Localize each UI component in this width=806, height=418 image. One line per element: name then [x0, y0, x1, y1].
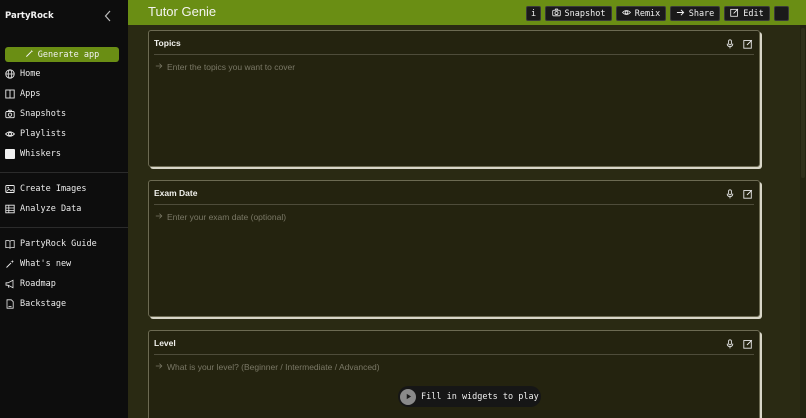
eye-icon [621, 8, 631, 20]
sidebar-item-analyze-data[interactable]: Analyze Data [5, 202, 81, 216]
arrow-right-icon [155, 62, 163, 72]
page-title: Tutor Genie [148, 4, 217, 19]
sidebar-item-partyrock-guide[interactable]: PartyRock Guide [5, 237, 97, 251]
input-placeholder: Enter the topics you want to cover [167, 62, 296, 72]
widget-actions [725, 186, 753, 204]
sidebar: PartyRock Generate app Home Apps Snapsho… [0, 0, 128, 418]
edit-icon[interactable] [743, 186, 753, 204]
widget-title: Level [154, 338, 176, 348]
sidebar-item-label: Apps [20, 89, 41, 99]
edit-label: Edit [743, 8, 764, 19]
sidebar-item-label: What's new [20, 259, 72, 269]
sidebar-item-label: Roadmap [20, 279, 56, 289]
eye-icon [5, 129, 15, 139]
app-header: Tutor Genie i Snapshot Remix Share Edit [128, 0, 806, 25]
sidebar-divider [0, 227, 128, 228]
scrollbar-thumb[interactable] [801, 28, 805, 178]
edit-icon [730, 8, 739, 20]
chevron-left-icon [104, 10, 112, 25]
generate-app-button[interactable]: Generate app [5, 47, 119, 62]
camera-icon [551, 8, 561, 20]
arrow-right-icon [155, 362, 163, 372]
globe-icon [5, 69, 15, 79]
megaphone-icon [5, 279, 15, 289]
sidebar-item-whiskers[interactable]: Whiskers [5, 147, 61, 161]
level-input[interactable]: What is your level? (Beginner / Intermed… [155, 362, 380, 372]
widget-divider [154, 204, 754, 205]
open-book-icon [5, 239, 15, 249]
microphone-icon[interactable] [725, 36, 735, 54]
widget-exam-date: Exam Date Enter your exam date (optional… [148, 180, 760, 317]
sidebar-item-home[interactable]: Home [5, 67, 40, 81]
play-icon [400, 388, 416, 405]
generate-app-label: Generate app [37, 49, 100, 60]
sidebar-item-label: Home [20, 69, 41, 79]
widget-divider [154, 354, 754, 355]
widget-actions [725, 336, 753, 354]
file-icon [5, 299, 15, 309]
sidebar-item-whats-new[interactable]: What's new [5, 257, 71, 271]
sidebar-item-label: Analyze Data [20, 204, 82, 214]
sidebar-item-roadmap[interactable]: Roadmap [5, 277, 56, 291]
arrow-right-icon [155, 212, 163, 222]
widget-title: Exam Date [154, 188, 198, 198]
microphone-icon[interactable] [725, 336, 735, 354]
book-icon [5, 89, 15, 99]
input-placeholder: What is your level? (Beginner / Intermed… [167, 362, 380, 372]
sidebar-item-label: Whiskers [20, 149, 61, 159]
snapshot-label: Snapshot [564, 8, 606, 19]
more-button[interactable] [774, 6, 789, 21]
sparkle-icon [5, 259, 15, 269]
sidebar-item-label: Backstage [20, 299, 67, 309]
sidebar-divider [0, 172, 128, 173]
brand-logo[interactable]: PartyRock [5, 11, 54, 21]
play-button[interactable]: Fill in widgets to play [398, 386, 541, 407]
input-placeholder: Enter your exam date (optional) [167, 212, 287, 222]
collapse-sidebar-button[interactable] [102, 10, 114, 24]
magic-wand-icon [25, 49, 34, 61]
info-label: i [530, 8, 537, 19]
remix-button[interactable]: Remix [616, 6, 666, 21]
sidebar-item-label: Snapshots [20, 109, 67, 119]
sidebar-item-apps[interactable]: Apps [5, 87, 40, 101]
microphone-icon[interactable] [725, 186, 735, 204]
share-label: Share [688, 8, 715, 19]
share-button[interactable]: Share [670, 6, 720, 21]
info-button[interactable]: i [526, 6, 541, 21]
edit-icon[interactable] [743, 36, 753, 54]
sidebar-item-label: Create Images [20, 184, 87, 194]
topics-input[interactable]: Enter the topics you want to cover [155, 62, 295, 72]
sidebar-item-backstage[interactable]: Backstage [5, 297, 66, 311]
widget-divider [154, 54, 754, 55]
app-canvas: Tutor Genie i Snapshot Remix Share Edit … [128, 0, 806, 418]
widget-actions [725, 36, 753, 54]
square-icon [5, 149, 15, 159]
sidebar-item-label: Playlists [20, 129, 67, 139]
widget-title: Topics [154, 38, 181, 48]
exam-date-input[interactable]: Enter your exam date (optional) [155, 212, 286, 222]
snapshot-button[interactable]: Snapshot [545, 6, 612, 21]
sidebar-item-playlists[interactable]: Playlists [5, 127, 66, 141]
images-icon [5, 184, 15, 194]
sidebar-item-create-images[interactable]: Create Images [5, 182, 87, 196]
play-label: Fill in widgets to play [421, 391, 539, 402]
edit-button[interactable]: Edit [724, 6, 770, 21]
remix-label: Remix [634, 8, 661, 19]
sidebar-item-snapshots[interactable]: Snapshots [5, 107, 66, 121]
sidebar-item-label: PartyRock Guide [20, 239, 97, 249]
widget-topics: Topics Enter the topics you want to cove… [148, 30, 760, 167]
edit-icon[interactable] [743, 336, 753, 354]
camera-icon [5, 109, 15, 119]
table-icon [5, 204, 15, 214]
arrow-right-icon [676, 8, 685, 20]
